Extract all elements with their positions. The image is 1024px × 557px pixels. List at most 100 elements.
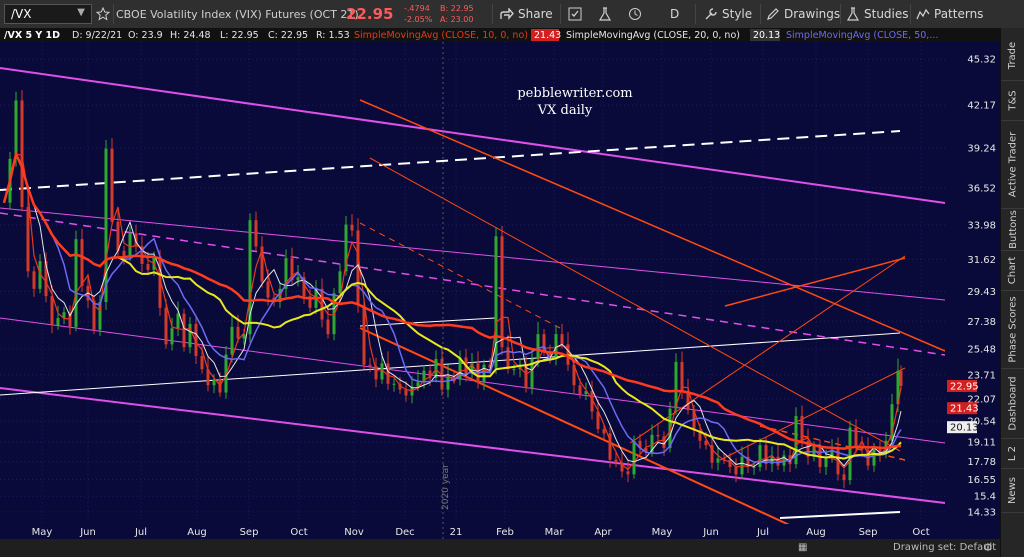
candle-body — [182, 313, 186, 348]
x-tick-label: Aug — [187, 527, 207, 538]
share-button[interactable]: Share — [500, 0, 553, 28]
candle-body — [230, 326, 234, 355]
candle-body — [266, 281, 270, 298]
sidebar-tab-label: Phase Scores — [1007, 295, 1019, 363]
header-date: D: 9/22/21 — [72, 30, 122, 41]
header-high: H: 24.48 — [170, 30, 211, 41]
x-tick-label: Oct — [912, 527, 929, 538]
pencil-icon — [767, 8, 779, 20]
x-tick-label: May — [32, 527, 53, 538]
x-tick-label: Aug — [806, 527, 826, 538]
candle-body — [326, 319, 330, 335]
x-tick-label: Sep — [240, 527, 259, 538]
style-button[interactable]: Style — [704, 0, 752, 28]
candle-body — [800, 415, 804, 441]
symbol-selector[interactable]: /VX ▼ — [4, 4, 92, 24]
candle-body — [170, 328, 174, 345]
candle-body — [899, 370, 903, 386]
sidebar-tab-active-trader[interactable]: Active Trader — [1001, 120, 1024, 209]
candle-body — [32, 271, 36, 289]
candle-body — [164, 307, 168, 345]
candle-body — [446, 376, 450, 390]
header-low: L: 22.95 — [220, 30, 259, 41]
sidebar-tab-phase-scores[interactable]: Phase Scores — [1001, 290, 1024, 369]
y-tick-label: 16.55 — [967, 475, 996, 486]
header-close: C: 22.95 — [268, 30, 308, 41]
studies-label: Studies — [864, 7, 909, 21]
price-axis: 45.32 42.17 39.24 36.52 33.98 31.62 29.43 27.38… — [945, 42, 1000, 539]
period-selector[interactable]: D — [670, 0, 679, 28]
sma10-label: SimpleMovingAvg (CLOSE, 10, 0, no) — [354, 30, 528, 41]
price-tag-label: 22.95 — [950, 381, 979, 392]
sidebar-tab-label: Trade — [1007, 41, 1019, 69]
header-open: O: 23.9 — [128, 30, 163, 41]
x-tick-label: Mar — [545, 527, 565, 538]
x-tick-label: Jun — [79, 527, 96, 538]
sidebar-tab-label: T&S — [1007, 89, 1019, 111]
sidebar-tab-label: Active Trader — [1007, 131, 1019, 197]
candle-body — [404, 389, 408, 396]
candle-body — [104, 148, 108, 302]
y-tick-label: 36.52 — [967, 183, 996, 194]
sidebar-tab-dashboard[interactable]: Dashboard — [1001, 368, 1024, 439]
candle-body — [626, 471, 630, 475]
x-tick-label: Feb — [496, 527, 514, 538]
sidebar-tab-trade[interactable]: Trade — [1001, 30, 1024, 81]
sidebar-tab-buttons[interactable]: Buttons — [1001, 208, 1024, 251]
settings-icon[interactable]: ⚙ — [983, 541, 993, 554]
grid-icon[interactable] — [568, 0, 582, 28]
candle-body — [80, 239, 84, 286]
sidebar-tab-chart[interactable]: Chart — [1001, 250, 1024, 291]
candle-body — [716, 458, 720, 463]
x-tick-label: Dec — [395, 527, 414, 538]
drawings-button[interactable]: Drawings — [766, 0, 840, 28]
patterns-button[interactable]: Patterns — [916, 0, 983, 28]
candle-body — [212, 379, 216, 386]
candle-body — [854, 427, 858, 447]
zoom-icon[interactable]: ▦ — [798, 542, 807, 553]
header-range: R: 1.53 — [316, 30, 350, 41]
patterns-icon — [916, 8, 930, 20]
candle-body — [632, 440, 636, 475]
candle-body — [110, 148, 114, 222]
sidebar-tab-t-s[interactable]: T&S — [1001, 80, 1024, 121]
candle-body — [14, 100, 18, 159]
candle-body — [20, 100, 24, 208]
candle-body — [392, 383, 396, 385]
sma10-value: 21.43 — [534, 30, 561, 41]
header-symbol: /VX 5 Y 1D — [4, 30, 60, 41]
flask-studies-icon — [846, 7, 860, 21]
candle-body — [614, 459, 618, 463]
sidebar-tab-l-2[interactable]: L 2 — [1001, 438, 1024, 469]
studies-button[interactable]: Studies — [846, 0, 909, 28]
share-label: Share — [518, 7, 553, 21]
y-tick-label: 42.17 — [967, 101, 996, 112]
candle-body — [188, 323, 192, 348]
x-tick-label: Jul — [134, 527, 147, 538]
candle-body — [362, 304, 366, 365]
flask-icon[interactable] — [598, 0, 612, 28]
percent-change: -2.05% — [404, 15, 433, 24]
candle-body — [50, 296, 54, 326]
candle-body — [482, 364, 486, 383]
y-tick-label: 17.78 — [967, 457, 996, 468]
clock-icon[interactable] — [628, 0, 642, 28]
candle-body — [578, 385, 582, 395]
style-label: Style — [722, 7, 753, 21]
candle-body — [656, 434, 660, 437]
chart-area[interactable]: 45.32 42.17 39.24 36.52 33.98 31.62 29.43 27.38… — [0, 28, 1024, 557]
price-labels: 22.95 21.43 20.13 — [947, 379, 979, 434]
y-tick-label: 31.62 — [967, 255, 996, 266]
sidebar-tab-label: L 2 — [1007, 445, 1019, 461]
candle-body — [122, 250, 126, 257]
x-tick-label: Nov — [344, 527, 364, 538]
time-axis: May Jun Jul Aug Sep Oct Nov Dec 21 Feb Mar Apr May Ju… — [0, 524, 1000, 539]
drawing-set-label[interactable]: Drawing set: Default — [893, 542, 996, 553]
sma20-value: 20.13 — [753, 30, 780, 41]
y-tick-label: 23.71 — [967, 370, 996, 381]
y-tick-label: 15.4 — [974, 492, 996, 503]
price-chart[interactable]: 45.32 42.17 39.24 36.52 33.98 31.62 29.43 27.38… — [0, 28, 1000, 539]
star-icon[interactable] — [96, 0, 110, 28]
sidebar-tab-news[interactable]: News — [1001, 468, 1024, 513]
right-sidebar: Trade T&S Active Trader Buttons Chart Phase S… — [1000, 28, 1024, 557]
